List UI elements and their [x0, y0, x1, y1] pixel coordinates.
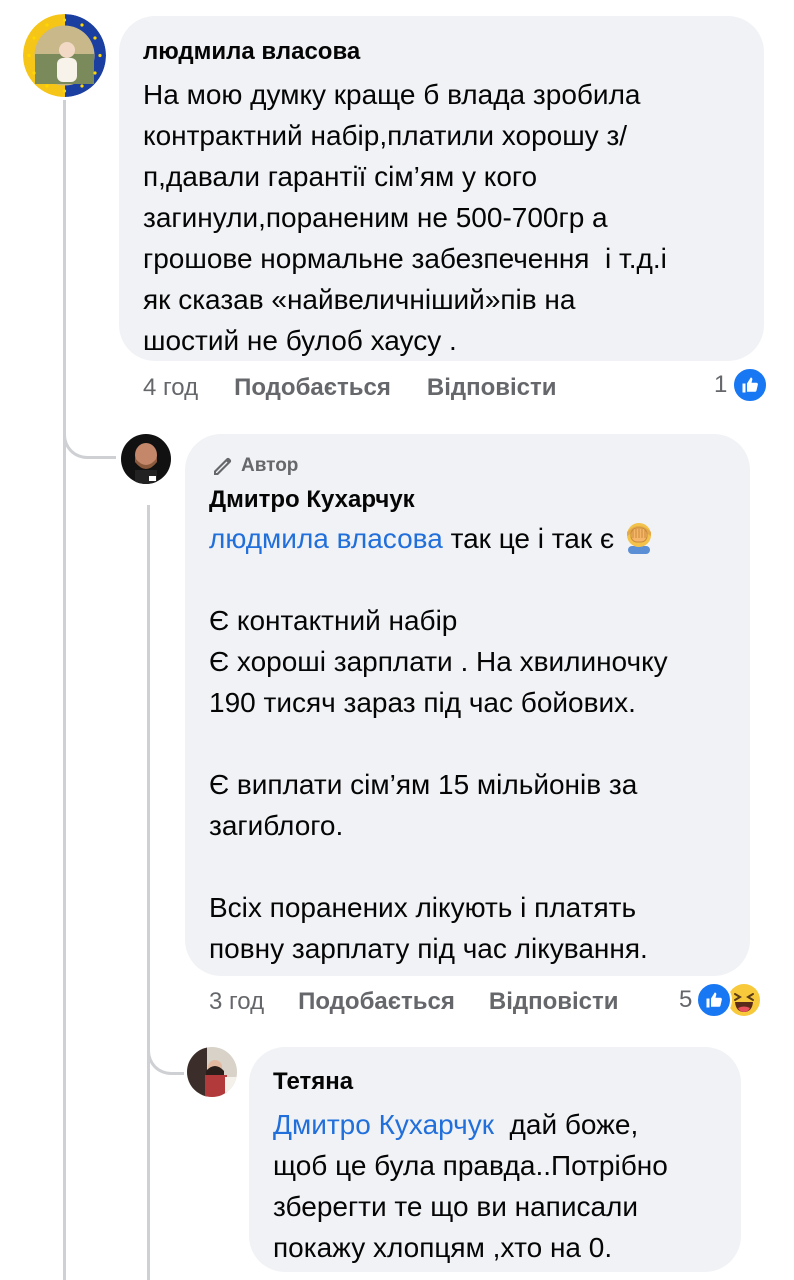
- mention-link[interactable]: Дмитро Кухарчук: [273, 1109, 494, 1140]
- like-button[interactable]: Подобається: [298, 988, 455, 1016]
- thread-connector-reply-2: [147, 1030, 184, 1075]
- comment-text: людмила власова так це і так є Є контакт…: [209, 518, 726, 969]
- comment-text: На мою думку краще б влада зробила контр…: [143, 79, 667, 356]
- avatar[interactable]: [187, 1047, 237, 1097]
- thread-line-reply: [147, 505, 150, 1280]
- mention-link[interactable]: людмила власова: [209, 523, 443, 554]
- comment-timestamp[interactable]: 4 год: [143, 374, 198, 402]
- comment-text: Дмитро Кухарчук дай боже, щоб це була пр…: [273, 1109, 668, 1263]
- reaction-count: 1: [714, 371, 728, 398]
- facepalm-emoji: [622, 520, 656, 554]
- reaction-summary[interactable]: 5: [679, 982, 763, 1018]
- reply-bubble: Тетяна Дмитро Кухарчук дай боже, щоб це …: [249, 1047, 741, 1272]
- comment-author[interactable]: людмила власова: [143, 37, 738, 67]
- comment-author[interactable]: Дмитро Кухарчук: [209, 485, 726, 515]
- comment-actions: 4 год Подобається Відповісти: [143, 372, 557, 404]
- comment-actions: 3 год Подобається Відповісти: [209, 986, 619, 1018]
- avatar[interactable]: [23, 14, 106, 97]
- like-icon: [732, 367, 769, 403]
- author-badge: Автор: [211, 454, 726, 478]
- thread-connector-reply-1: [63, 420, 116, 459]
- reaction-summary[interactable]: 1: [714, 367, 769, 403]
- reply-button[interactable]: Відповісти: [489, 988, 619, 1016]
- comment-author[interactable]: Тетяна: [273, 1067, 719, 1097]
- avatar[interactable]: [121, 434, 171, 484]
- pen-icon: [211, 454, 235, 478]
- reaction-count: 5: [679, 986, 693, 1013]
- reply-bubble: Автор Дмитро Кухарчук людмила власова та…: [185, 434, 750, 976]
- comment-bubble: людмила власова На мою думку краще б вла…: [119, 16, 764, 361]
- comment-timestamp[interactable]: 3 год: [209, 988, 264, 1016]
- like-icon: [696, 982, 733, 1018]
- reply-button[interactable]: Відповісти: [427, 374, 557, 402]
- like-button[interactable]: Подобається: [234, 374, 391, 402]
- thread-line-main: [63, 100, 66, 1280]
